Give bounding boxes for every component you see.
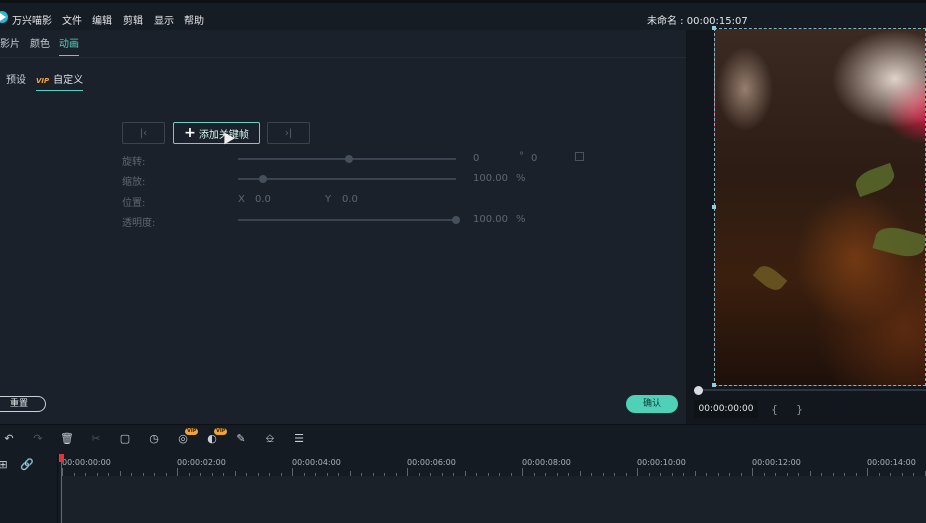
scale-value[interactable]: 100.00 <box>473 173 508 184</box>
color-match-icon[interactable]: ◐ VIP <box>205 428 228 446</box>
preview-progress-slider[interactable] <box>696 389 926 391</box>
prev-keyframe-button[interactable]: |‹ <box>122 122 165 144</box>
ruler-tick-label: 00:00:14:00 <box>867 458 916 467</box>
position-x-label: X <box>238 194 245 205</box>
menu-edit[interactable]: 编辑 <box>92 12 112 27</box>
ruler-tick-label: 00:00:00:00 <box>62 458 111 467</box>
tab-color[interactable]: 颜色 <box>30 35 50 50</box>
scale-slider-knob[interactable] <box>259 175 268 183</box>
mark-out-button[interactable]: } <box>796 403 803 416</box>
opacity-slider-knob[interactable] <box>452 216 460 224</box>
app-name: 万兴喵影 <box>12 16 52 27</box>
pen-icon[interactable]: ✎ <box>234 432 248 446</box>
vip-badge: VIP <box>185 428 199 435</box>
ruler-tick <box>752 468 753 476</box>
menu-help[interactable]: 帮助 <box>184 12 204 27</box>
ruler-tick-label: 00:00:08:00 <box>522 458 571 467</box>
track-header: ⊞ 🔗 <box>0 454 58 523</box>
delete-icon[interactable]: 🗑 <box>60 432 74 446</box>
subtab-preset[interactable]: 预设 <box>6 71 26 86</box>
adjust-icon[interactable]: ☰ <box>292 432 306 446</box>
ruler-tick <box>407 468 408 476</box>
ruler-tick <box>62 468 63 476</box>
rotate-label: 旋转: <box>122 157 146 168</box>
vip-badge: VIP <box>214 428 228 435</box>
frame-handle[interactable] <box>712 383 716 387</box>
position-label: 位置: <box>122 198 146 209</box>
ruler-tick-label: 00:00:02:00 <box>177 458 226 467</box>
opacity-unit: % <box>516 214 526 225</box>
undo-icon[interactable]: ↶ <box>2 432 16 446</box>
ruler-tick-label: 00:00:12:00 <box>752 458 801 467</box>
opacity-slider[interactable] <box>238 216 460 224</box>
link-icon[interactable]: 🔗 <box>20 458 34 472</box>
ruler-tick-label: 00:00:04:00 <box>292 458 341 467</box>
project-title: 未命名 : 00:00:15:07 <box>647 16 748 27</box>
menu-view[interactable]: 显示 <box>154 12 174 27</box>
preview-image-leaf <box>872 222 925 262</box>
plus-icon: + <box>184 125 196 141</box>
position-x-value[interactable]: 0.0 <box>255 194 271 205</box>
stabilize-icon[interactable]: ◎ VIP <box>176 428 199 446</box>
scale-slider[interactable] <box>238 175 456 183</box>
frame-handle[interactable] <box>712 205 716 209</box>
ruler-tick <box>292 468 293 476</box>
panel-tabs: 影片 颜色 动画 <box>0 30 686 58</box>
ruler-tick <box>637 468 638 476</box>
redo-icon[interactable]: ↷ <box>31 432 45 446</box>
add-track-icon[interactable]: ⊞ <box>0 458 10 472</box>
prev-keyframe-icon: |‹ <box>139 127 148 139</box>
edit-toolbar: ↶ ↷ 🗑 ✂ ▢ ◷ ◎ VIP ◐ VIP ✎ ⎒ ☰ <box>0 424 926 454</box>
speed-icon[interactable]: ◷ <box>147 432 161 446</box>
menu-file[interactable]: 文件 <box>62 12 82 27</box>
timeline[interactable]: ⊞ 🔗 00:00:00:00 00:00:02:00 00:00:04:00 00:… <box>0 454 926 523</box>
tab-video[interactable]: 影片 <box>0 35 20 50</box>
add-keyframe-button[interactable]: + 添加关键帧 <box>173 122 260 144</box>
frame-handle[interactable] <box>712 26 716 30</box>
cut-icon[interactable]: ✂ <box>89 432 103 446</box>
app-logo-icon <box>0 11 8 23</box>
reset-button[interactable]: 重置 <box>0 396 46 412</box>
timeline-ruler[interactable]: 00:00:00:00 00:00:02:00 00:00:04:00 00:00:0… <box>60 454 926 476</box>
rotate-value[interactable]: 0 <box>473 153 479 164</box>
rotate-reset-icon[interactable] <box>575 152 584 161</box>
playhead-handle[interactable] <box>59 454 64 462</box>
ruler-tick <box>867 468 868 476</box>
rotate-slider[interactable] <box>238 155 456 163</box>
ruler-tick <box>522 468 523 476</box>
ruler-tick-label: 00:00:06:00 <box>407 458 456 467</box>
preview-progress-knob[interactable] <box>694 386 703 395</box>
crop-icon[interactable]: ▢ <box>118 432 132 446</box>
ruler-tick-label: 00:00:10:00 <box>637 458 686 467</box>
opacity-label: 透明度: <box>122 218 156 229</box>
scale-label: 缩放: <box>122 177 146 188</box>
tab-animation[interactable]: 动画 <box>59 35 79 56</box>
next-keyframe-icon: ›| <box>284 127 293 139</box>
animation-panel: 影片 颜色 动画 预设 VIP 自定义 |‹ + 添加关键帧 ›| 旋转: 0 °… <box>0 30 686 424</box>
vip-icon: VIP <box>36 77 50 85</box>
mark-in-button[interactable]: { <box>771 403 778 416</box>
marker-icon[interactable]: ⎒ <box>263 432 277 446</box>
position-y-label: Y <box>325 194 332 205</box>
ok-button[interactable]: 确认 <box>626 395 678 413</box>
preview-image-leaf <box>852 162 898 198</box>
scale-unit: % <box>516 173 526 184</box>
rotate-unit: ° <box>519 151 524 162</box>
position-y-value[interactable]: 0.0 <box>342 194 358 205</box>
menu-bar: 万兴喵影 文件 编辑 剪辑 显示 帮助 未命名 : 00:00:15:07 <box>0 0 926 30</box>
subtab-custom-label: 自定义 <box>53 75 84 86</box>
preview-timecode: 00:00:00:00 <box>694 400 758 418</box>
opacity-value[interactable]: 100.00 <box>473 214 508 225</box>
playhead[interactable] <box>61 454 62 523</box>
rotate-value-2[interactable]: 0 <box>531 153 537 164</box>
menu-clip[interactable]: 剪辑 <box>123 12 143 27</box>
preview-frame[interactable] <box>714 28 926 386</box>
subtab-custom[interactable]: VIP 自定义 <box>36 71 84 91</box>
preview-image-leaf <box>752 261 788 295</box>
next-keyframe-button[interactable]: ›| <box>267 122 310 144</box>
timeline-track[interactable] <box>60 476 926 523</box>
ruler-tick <box>177 468 178 476</box>
rotate-slider-knob[interactable] <box>345 155 353 163</box>
